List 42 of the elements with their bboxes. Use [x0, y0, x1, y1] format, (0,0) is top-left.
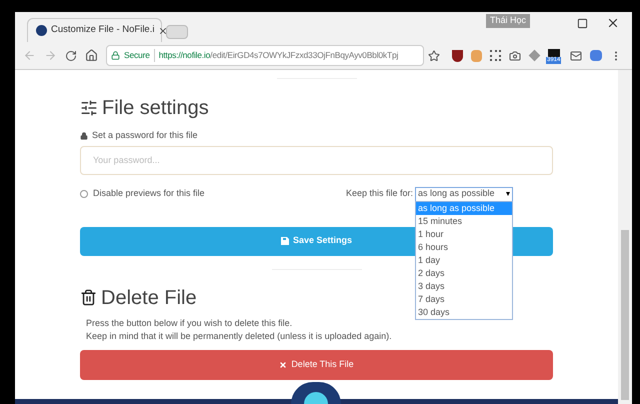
lock-icon — [111, 51, 120, 60]
sliders-icon — [80, 99, 98, 117]
trash-icon — [80, 289, 97, 306]
camera-icon[interactable] — [509, 50, 521, 62]
section-heading: Delete File — [80, 282, 197, 312]
close-window-icon[interactable] — [606, 16, 620, 30]
keep-label: Keep this file for: — [346, 187, 413, 200]
url-text: https://nofile.io/edit/EirGD4s7OWYkJFzxd33OjFnBqyAyv0Bbl0kTpj — [158, 49, 398, 62]
duration-select[interactable]: as long as possible — [415, 186, 513, 202]
dropdown-option[interactable]: 15 minutes — [416, 214, 512, 228]
delete-file-button[interactable]: Delete This File — [80, 350, 553, 380]
dropdown-option[interactable]: 2 days — [416, 266, 512, 280]
checkbox[interactable] — [80, 190, 88, 198]
dropdown-option[interactable]: 30 days — [416, 306, 512, 318]
close-icon — [279, 360, 288, 368]
reload-icon[interactable] — [65, 50, 77, 62]
password-label: Set a password for this file — [92, 129, 198, 142]
extension-icon[interactable] — [548, 48, 560, 58]
mail-icon[interactable] — [570, 50, 582, 62]
save-icon — [280, 237, 289, 245]
checkbox-label: Disable previews for this file — [93, 187, 205, 200]
section-heading: File settings — [80, 93, 209, 123]
password-field[interactable]: Your password... — [80, 146, 553, 174]
address-bar[interactable]: Secure https://nofile.io/edit/EirGD4s7OWYkJFzxd33OjFnBqyAyv0Bbl0kTpj — [106, 45, 424, 66]
dropdown-option[interactable]: 3 days — [416, 280, 512, 292]
dropdown-option[interactable]: 6 hours — [416, 240, 512, 254]
home-icon[interactable] — [85, 49, 98, 62]
shield-icon[interactable] — [452, 50, 463, 62]
close-icon[interactable] — [158, 26, 168, 36]
maximize-icon[interactable] — [577, 18, 588, 29]
caret-icon — [506, 192, 510, 196]
lock-icon — [80, 132, 88, 140]
star-icon[interactable] — [428, 50, 440, 62]
description-text: Press the button below if you wish to delete this file. — [86, 316, 294, 330]
dropdown-option[interactable]: 7 days — [416, 292, 512, 306]
description-text: Keep in mind that it will be permanently deleted (unless it is uploaded again). — [86, 330, 393, 342]
site-icon — [36, 25, 47, 36]
dropdown-option[interactable]: 1 day — [416, 254, 512, 266]
logo-icon — [291, 382, 341, 404]
secure-label: Secure — [124, 49, 155, 62]
scrollbar[interactable] — [618, 70, 632, 404]
dropdown-option[interactable]: 1 hour — [416, 228, 512, 240]
